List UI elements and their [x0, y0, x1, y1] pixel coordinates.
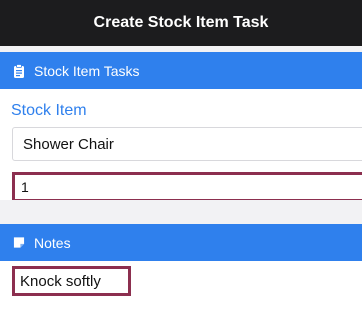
navigation-bar: Create Stock Item Task: [0, 0, 362, 46]
stock-item-value: Shower Chair: [23, 135, 114, 153]
section-title: Stock Item Tasks: [34, 62, 140, 79]
notes-header: Notes: [0, 224, 362, 261]
notes-value: Knock softly: [20, 272, 101, 290]
stock-item-label: Stock Item: [11, 102, 87, 119]
stock-item-field[interactable]: Shower Chair: [12, 127, 362, 161]
quantity-value: 1: [21, 179, 29, 195]
clipboard-icon: [13, 63, 25, 78]
section-spacer: [0, 200, 362, 224]
stock-item-tasks-header: Stock Item Tasks: [0, 52, 362, 89]
note-icon: [13, 236, 25, 250]
notes-field[interactable]: Knock softly: [12, 266, 131, 296]
quantity-field[interactable]: 1: [12, 172, 362, 202]
section-title: Notes: [34, 234, 71, 251]
page-title: Create Stock Item Task: [93, 14, 269, 31]
